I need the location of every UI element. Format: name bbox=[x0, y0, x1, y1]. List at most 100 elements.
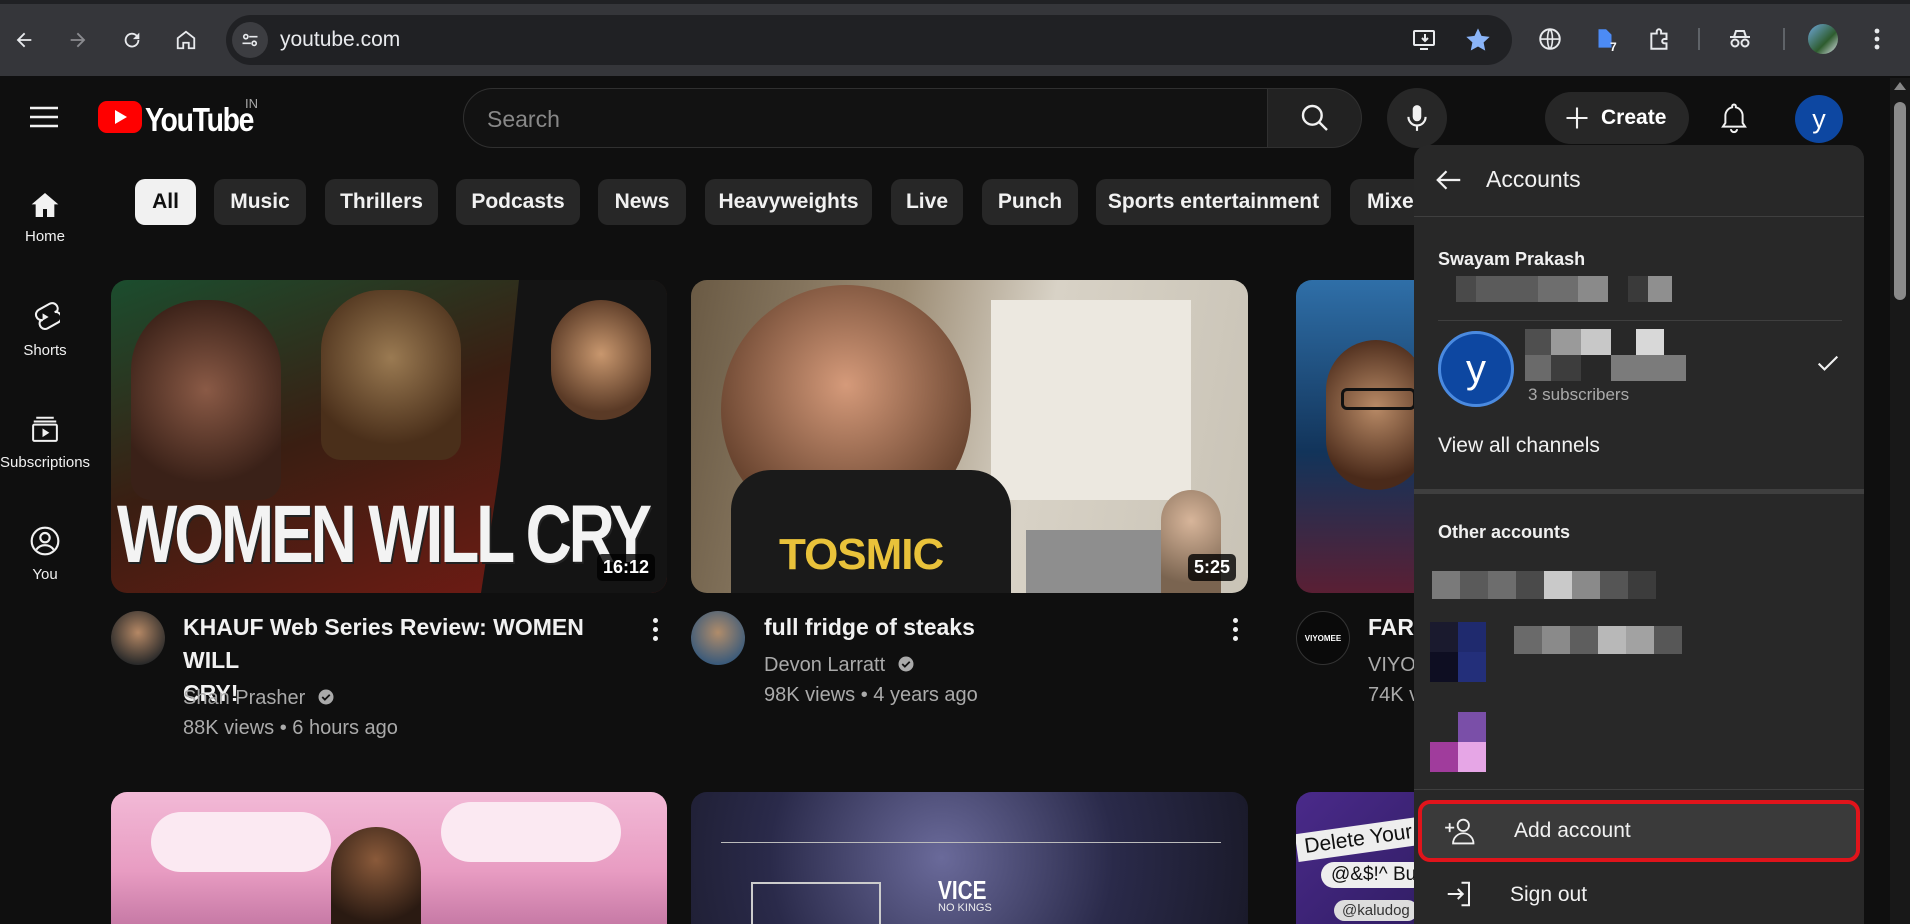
browser-menu-icon[interactable] bbox=[1862, 24, 1892, 54]
redacted-block bbox=[1572, 571, 1600, 599]
voice-search-button[interactable] bbox=[1387, 88, 1447, 148]
redacted-block bbox=[1456, 276, 1476, 302]
incognito-icon[interactable] bbox=[1725, 24, 1755, 54]
more-actions-icon[interactable] bbox=[645, 611, 665, 647]
search-input[interactable] bbox=[487, 103, 1227, 135]
duration-badge: 5:25 bbox=[1187, 554, 1236, 581]
thumbnail-frame bbox=[751, 882, 881, 924]
sign-out-icon bbox=[1444, 879, 1474, 914]
video-thumbnail[interactable] bbox=[111, 792, 667, 924]
guide-item-subscriptions[interactable]: Subscriptions bbox=[0, 410, 90, 471]
verified-badge-icon bbox=[318, 689, 334, 705]
region-code: IN bbox=[245, 96, 258, 111]
guide-label: Home bbox=[24, 228, 65, 245]
scroll-up-arrow-icon[interactable] bbox=[1894, 82, 1906, 90]
notifications-button[interactable] bbox=[1712, 96, 1756, 140]
forward-button[interactable] bbox=[60, 22, 96, 58]
chip-music[interactable]: Music bbox=[214, 179, 306, 225]
chip-heavyweights[interactable]: Heavyweights bbox=[705, 179, 872, 225]
redacted-block bbox=[1654, 626, 1682, 654]
you-icon bbox=[0, 522, 90, 560]
thumbnail-line bbox=[721, 842, 1221, 843]
install-app-icon[interactable] bbox=[1412, 28, 1438, 57]
avatar-redacted bbox=[1430, 742, 1458, 772]
redacted-block bbox=[1432, 571, 1460, 599]
browser-profile-avatar[interactable] bbox=[1808, 24, 1838, 54]
subscriber-count: 3 subscribers bbox=[1528, 385, 1630, 404]
chip-live[interactable]: Live bbox=[891, 179, 963, 225]
youtube-logo-icon[interactable] bbox=[98, 101, 142, 133]
redacted-block bbox=[1581, 329, 1611, 355]
redacted-block bbox=[1636, 329, 1664, 355]
hamburger-menu-icon[interactable] bbox=[28, 105, 60, 134]
extension-with-badge-icon[interactable]: 7 bbox=[1590, 24, 1620, 54]
redacted-block bbox=[1578, 276, 1608, 302]
back-arrow-icon[interactable] bbox=[1434, 165, 1464, 200]
other-account-item[interactable] bbox=[1414, 565, 1864, 609]
more-actions-icon[interactable] bbox=[1225, 611, 1245, 647]
guide-item-you[interactable]: You bbox=[0, 522, 90, 583]
scrollbar-thumb[interactable] bbox=[1894, 102, 1906, 300]
channel-name-row[interactable]: Shan Prasher bbox=[183, 683, 335, 713]
checkmark-icon bbox=[1814, 349, 1842, 382]
chip-sports-entertainment[interactable]: Sports entertainment bbox=[1096, 179, 1331, 225]
add-account-button[interactable]: Add account bbox=[1418, 800, 1860, 862]
channel-avatar[interactable]: VIYOMEE bbox=[1296, 611, 1350, 665]
duration-badge: 16:12 bbox=[596, 554, 655, 581]
video-title[interactable]: full fridge of steaks bbox=[764, 611, 1214, 644]
home-button[interactable] bbox=[168, 22, 204, 58]
bookmark-star-icon[interactable] bbox=[1464, 26, 1492, 59]
toolbar-divider bbox=[1698, 28, 1700, 50]
guide-item-home[interactable]: Home bbox=[0, 186, 90, 245]
chip-punch[interactable]: Punch bbox=[982, 179, 1078, 225]
globe-extension-icon[interactable] bbox=[1535, 24, 1565, 54]
back-button[interactable] bbox=[6, 22, 42, 58]
other-account-item[interactable] bbox=[1414, 620, 1864, 686]
avatar-redacted bbox=[1430, 652, 1458, 682]
redacted-block bbox=[1525, 355, 1551, 381]
avatar-redacted bbox=[1458, 742, 1486, 772]
thumbnail-cabinet bbox=[991, 300, 1191, 500]
search-button[interactable] bbox=[1268, 88, 1362, 148]
video-meta: 88K views • 6 hours ago bbox=[183, 717, 398, 739]
chip-news[interactable]: News bbox=[598, 179, 686, 225]
view-all-channels-link[interactable]: View all channels bbox=[1438, 434, 1600, 458]
thumbnail-subtext: NO KINGS bbox=[938, 902, 992, 914]
video-thumbnail[interactable]: TOSMIC 5:25 bbox=[691, 280, 1248, 593]
channel-name[interactable]: Devon Larratt bbox=[764, 654, 885, 676]
chip-all[interactable]: All bbox=[135, 179, 196, 225]
chip-thrillers[interactable]: Thrillers bbox=[325, 179, 438, 225]
chip-podcasts[interactable]: Podcasts bbox=[456, 179, 580, 225]
channel-name-row[interactable]: Devon Larratt bbox=[764, 650, 915, 680]
avatar-redacted bbox=[1458, 622, 1486, 652]
account-avatar-button[interactable]: y bbox=[1795, 95, 1843, 143]
redacted-block bbox=[1626, 626, 1654, 654]
redacted-block bbox=[1488, 571, 1516, 599]
url-text[interactable]: youtube.com bbox=[280, 28, 400, 52]
reload-icon bbox=[124, 32, 140, 48]
video-thumbnail[interactable]: VICE NO KINGS bbox=[691, 792, 1248, 924]
thumbnail-text: TOSMIC bbox=[779, 530, 944, 579]
create-button[interactable]: Create bbox=[1545, 92, 1689, 144]
reload-button[interactable] bbox=[114, 22, 150, 58]
page-scrollbar[interactable] bbox=[1890, 78, 1910, 924]
search-box[interactable] bbox=[463, 88, 1268, 148]
channel-name[interactable]: VIYO bbox=[1368, 650, 1418, 680]
channel-name[interactable]: Shan Prasher bbox=[183, 687, 305, 709]
guide-item-shorts[interactable]: Shorts bbox=[0, 298, 90, 359]
redacted-block bbox=[1460, 571, 1488, 599]
video-thumbnail[interactable]: WOMEN WILL CRY 16:12 bbox=[111, 280, 667, 593]
redacted-block bbox=[1544, 571, 1572, 599]
address-bar[interactable]: youtube.com bbox=[226, 15, 1512, 65]
channel-avatar[interactable] bbox=[111, 611, 165, 665]
sign-out-button[interactable]: Sign out bbox=[1414, 867, 1864, 924]
channel-avatar[interactable] bbox=[691, 611, 745, 665]
avatar-redacted bbox=[1430, 712, 1458, 742]
youtube-logo-text[interactable]: YouTube bbox=[145, 101, 254, 139]
guide-label: Subscriptions bbox=[0, 454, 91, 471]
avatar-redacted bbox=[1458, 712, 1486, 742]
puzzle-extensions-icon[interactable] bbox=[1645, 24, 1675, 54]
site-info-icon[interactable] bbox=[232, 22, 268, 58]
other-account-item[interactable] bbox=[1414, 710, 1864, 776]
subscriptions-icon bbox=[0, 410, 90, 448]
